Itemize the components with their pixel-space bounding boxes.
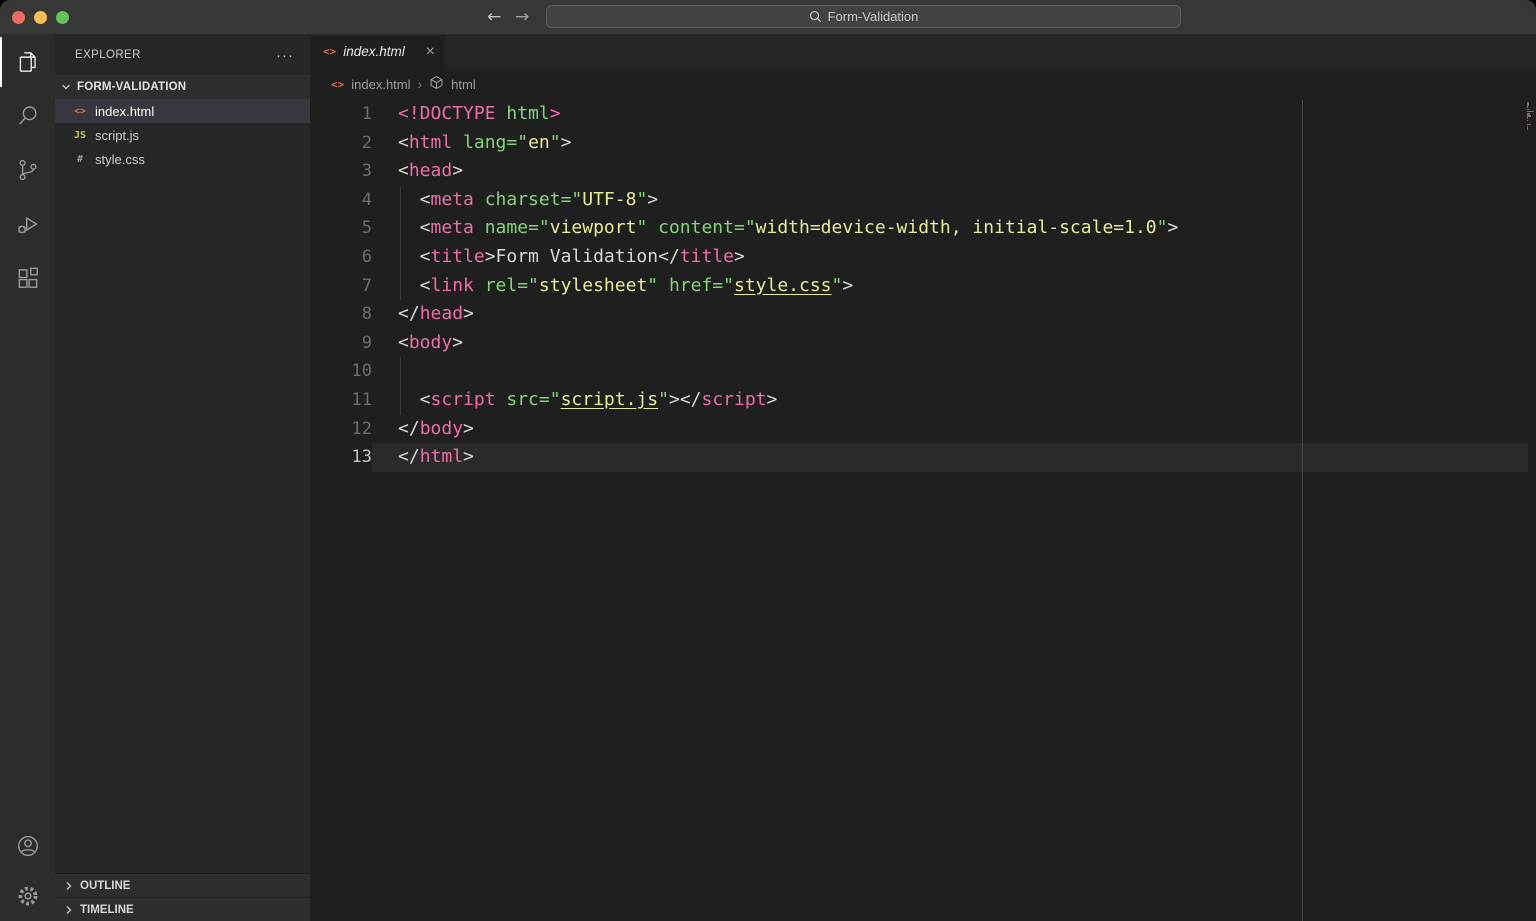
activity-item-settings[interactable]	[0, 871, 55, 921]
file-name: style.css	[95, 152, 145, 167]
activity-item-explorer[interactable]	[0, 35, 55, 89]
close-window-button[interactable]	[12, 11, 25, 24]
code-area[interactable]: 1<!DOCTYPE html>2<html lang="en">3<head>…	[310, 100, 1536, 472]
line-number: 5	[310, 214, 372, 243]
code-line-13[interactable]: 13</html>	[310, 443, 1536, 472]
title-bar: ← → Form-Validation	[0, 0, 1536, 35]
source-control-branch-icon	[15, 157, 41, 183]
folder-section-header[interactable]: FORM-VALIDATION	[55, 75, 310, 99]
tab-label: index.html	[343, 44, 405, 59]
code-line-10[interactable]: 10	[310, 357, 1536, 386]
folder-name: FORM-VALIDATION	[77, 81, 186, 93]
file-type-icon: #	[72, 154, 88, 165]
file-row-style.css[interactable]: # style.css	[55, 147, 310, 171]
line-number: 12	[310, 415, 372, 444]
search-icon	[809, 10, 822, 23]
line-number: 7	[310, 272, 372, 301]
line-number: 2	[310, 129, 372, 158]
chevron-right-icon	[61, 902, 77, 918]
breadcrumb-symbol[interactable]: html	[451, 77, 476, 92]
timeline-label: TIMELINE	[80, 904, 134, 916]
symbol-cube-icon	[429, 75, 444, 93]
code-line-9[interactable]: 9<body>	[310, 329, 1536, 358]
file-name: index.html	[95, 104, 154, 119]
outline-section-header[interactable]: OUTLINE	[55, 873, 310, 897]
editor-group: <> index.html × <> index.html › html 1<!…	[310, 35, 1536, 921]
code-line-1[interactable]: 1<!DOCTYPE html>	[310, 100, 1536, 129]
vscode-window: ← → Form-Validation	[0, 0, 1536, 921]
file-type-icon: <>	[72, 106, 88, 117]
line-number: 8	[310, 300, 372, 329]
indent-guide	[400, 357, 401, 414]
breadcrumb-file[interactable]: index.html	[351, 77, 410, 92]
line-number: 11	[310, 386, 372, 415]
code-line-11[interactable]: 11 <script src="script.js"></script>	[310, 386, 1536, 415]
navigate-forward-button[interactable]: →	[515, 0, 529, 34]
activity-item-extensions[interactable]	[0, 251, 55, 305]
sidebar-bottom-sections: OUTLINE TIMELINE	[55, 873, 310, 921]
file-type-icon: JS	[72, 130, 88, 141]
file-tree: <> index.html JS script.js # style.css	[55, 99, 310, 171]
gear-icon	[15, 883, 41, 909]
activity-bar	[0, 35, 55, 921]
code-line-7[interactable]: 7 <link rel="stylesheet" href="style.css…	[310, 272, 1536, 301]
explorer-files-icon	[15, 49, 41, 75]
chevron-right-icon	[61, 878, 77, 894]
line-number: 10	[310, 357, 372, 386]
activity-item-run-debug[interactable]	[0, 197, 55, 251]
line-number: 4	[310, 186, 372, 215]
line-number: 6	[310, 243, 372, 272]
code-line-6[interactable]: 6 <title>Form Validation</title>	[310, 243, 1536, 272]
sidebar-explorer: EXPLORER ··· FORM-VALIDATION <> index.htm…	[55, 35, 310, 921]
extensions-icon	[15, 265, 41, 291]
close-tab-icon[interactable]: ×	[426, 44, 435, 60]
code-line-12[interactable]: 12</body>	[310, 415, 1536, 444]
line-number: 9	[310, 329, 372, 358]
more-actions-icon[interactable]: ···	[276, 47, 294, 64]
explorer-header: EXPLORER ···	[55, 35, 310, 75]
navigate-back-button[interactable]: ←	[487, 0, 501, 34]
breadcrumb: <> index.html › html	[310, 68, 1536, 100]
account-icon	[15, 833, 41, 859]
minimap[interactable]	[1527, 102, 1536, 921]
html-file-icon: <>	[323, 45, 336, 58]
activity-item-search[interactable]	[0, 89, 55, 143]
html-file-icon: <>	[331, 78, 344, 91]
chevron-down-icon	[58, 79, 74, 95]
activity-bar-spacer	[0, 305, 55, 821]
minimize-window-button[interactable]	[34, 11, 47, 24]
file-row-index.html[interactable]: <> index.html	[55, 99, 310, 123]
code-line-4[interactable]: 4 <meta charset="UTF-8">	[310, 186, 1536, 215]
line-number: 3	[310, 157, 372, 186]
explorer-title: EXPLORER	[75, 49, 141, 61]
outline-label: OUTLINE	[80, 880, 130, 892]
run-and-debug-icon	[15, 211, 41, 237]
line-number: 1	[310, 100, 372, 129]
activity-item-source-control[interactable]	[0, 143, 55, 197]
timeline-section-header[interactable]: TIMELINE	[55, 897, 310, 921]
workbench: EXPLORER ··· FORM-VALIDATION <> index.htm…	[0, 35, 1536, 921]
line-number: 13	[310, 443, 372, 472]
code-line-8[interactable]: 8</head>	[310, 300, 1536, 329]
file-row-script.js[interactable]: JS script.js	[55, 123, 310, 147]
code-line-3[interactable]: 3<head>	[310, 157, 1536, 186]
indent-guide	[400, 186, 401, 300]
editor-ruler	[1302, 100, 1303, 921]
activity-item-accounts[interactable]	[0, 821, 55, 871]
code-line-2[interactable]: 2<html lang="en">	[310, 129, 1536, 158]
search-icon	[15, 103, 41, 129]
maximize-window-button[interactable]	[56, 11, 69, 24]
file-name: script.js	[95, 128, 139, 143]
code-line-5[interactable]: 5 <meta name="viewport" content="width=d…	[310, 214, 1536, 243]
command-center-title: Form-Validation	[828, 9, 919, 24]
breadcrumb-separator-icon: ›	[418, 76, 423, 92]
command-center-search[interactable]: Form-Validation	[546, 5, 1181, 28]
tab-index-html[interactable]: <> index.html ×	[310, 35, 445, 68]
tab-bar: <> index.html ×	[310, 35, 1536, 68]
